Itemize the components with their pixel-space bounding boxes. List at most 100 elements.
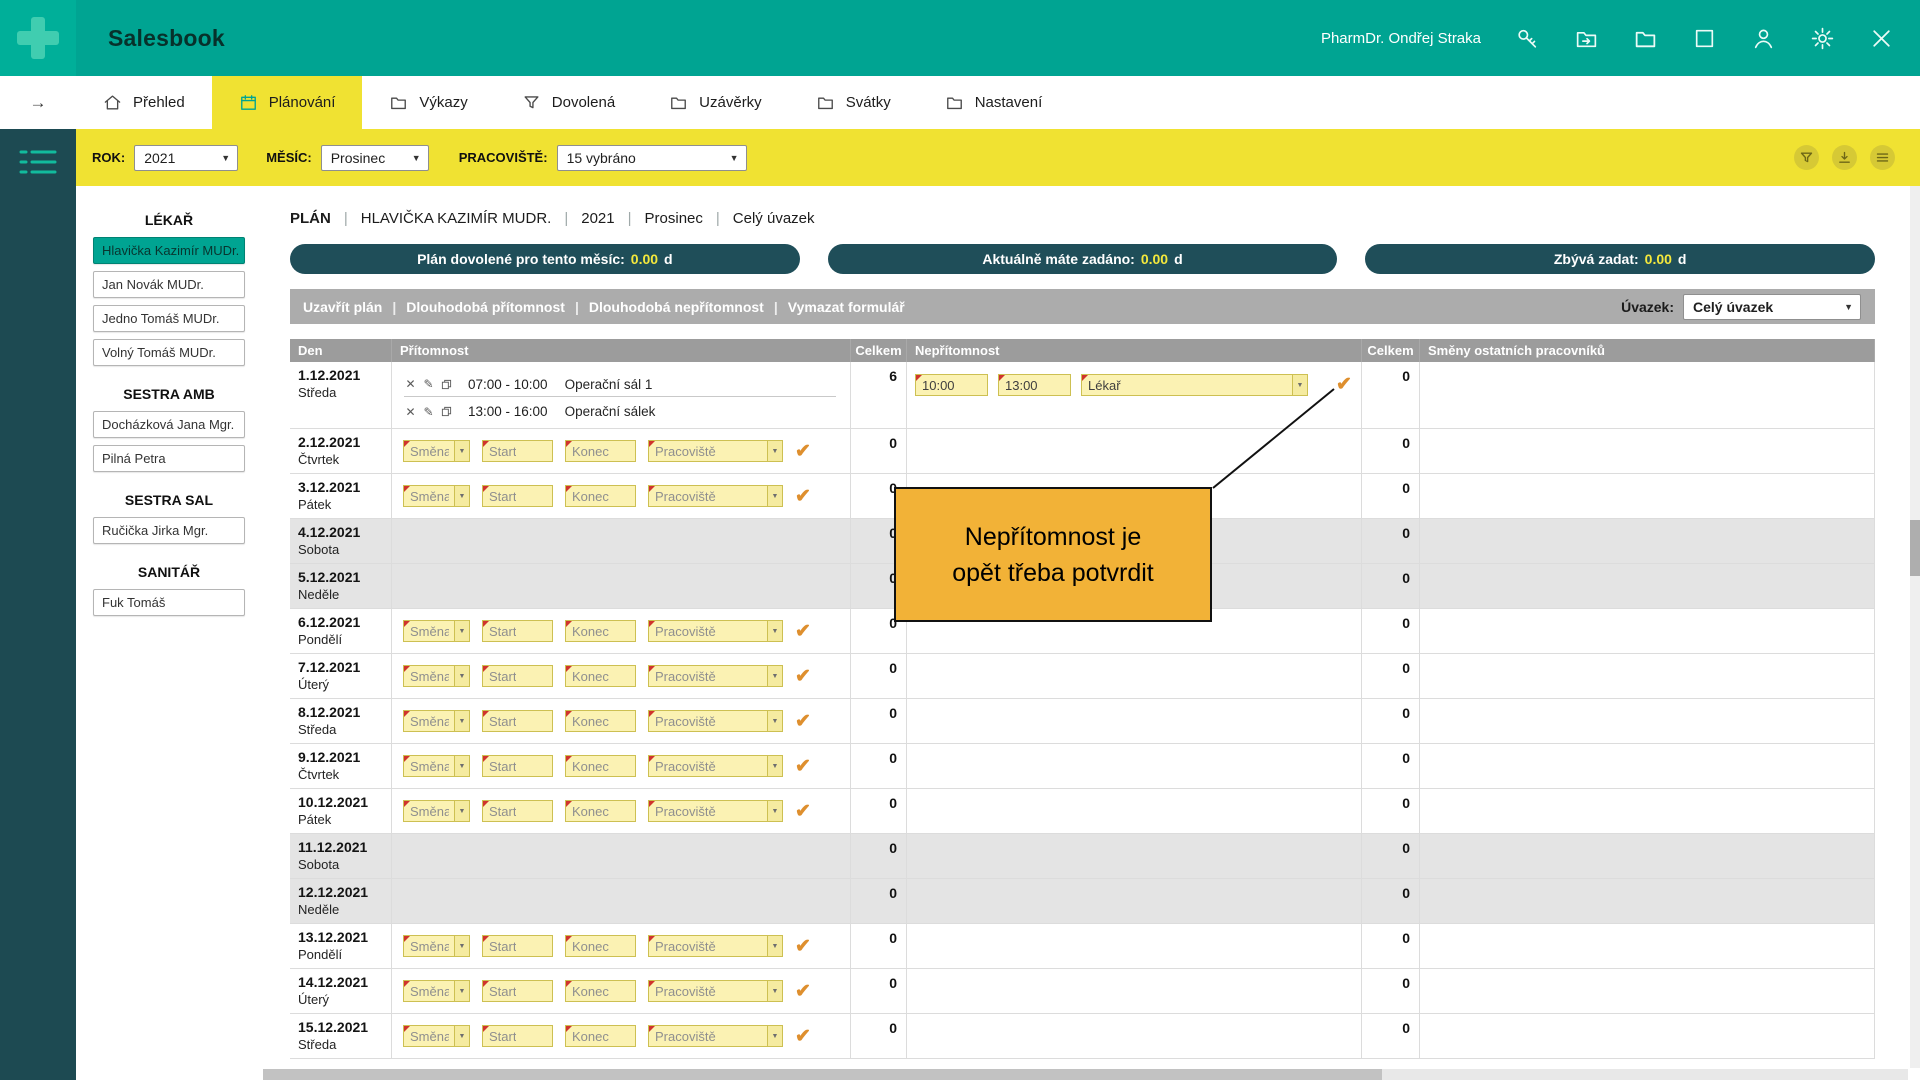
- breadcrumb-item[interactable]: HLAVIČKA KAZIMÍR MUDR.: [361, 210, 552, 227]
- pracoviste-select[interactable]: Pracoviště▼: [648, 620, 783, 642]
- pracoviste-select[interactable]: Pracoviště▼: [648, 980, 783, 1002]
- pracoviste-select[interactable]: Pracoviště▼: [648, 665, 783, 687]
- start-input[interactable]: Start: [482, 620, 553, 642]
- download-button[interactable]: [1832, 145, 1857, 170]
- tab-nastaveni[interactable]: Nastavení: [918, 76, 1070, 129]
- tab-svatky[interactable]: Svátky: [789, 76, 918, 129]
- close-button[interactable]: [1869, 26, 1894, 51]
- month-select[interactable]: Prosinec ▼: [321, 145, 429, 171]
- smena-select[interactable]: Směna▼: [403, 935, 470, 957]
- confirm-check-icon[interactable]: ✔: [795, 982, 811, 1001]
- start-input[interactable]: Start: [482, 800, 553, 822]
- toolbar-action[interactable]: Uzavřít plán: [303, 299, 382, 315]
- toolbar-action[interactable]: Dlouhodobá nepřítomnost: [589, 299, 764, 315]
- smena-select[interactable]: Směna▼: [403, 620, 470, 642]
- menu-toggle-button[interactable]: [18, 146, 58, 178]
- konec-input[interactable]: Konec: [565, 665, 636, 687]
- confirm-check-icon[interactable]: ✔: [795, 667, 811, 686]
- staff-item[interactable]: Docházková Jana Mgr.: [93, 411, 245, 438]
- staff-item[interactable]: Ručička Jirka Mgr.: [93, 517, 245, 544]
- absence-to-input[interactable]: 13:00: [998, 374, 1071, 396]
- tab-planovani[interactable]: Plánování: [212, 76, 363, 129]
- pracoviste-select[interactable]: Pracoviště▼: [648, 1025, 783, 1047]
- pracoviste-select[interactable]: Pracoviště▼: [648, 755, 783, 777]
- konec-input[interactable]: Konec: [565, 620, 636, 642]
- start-input[interactable]: Start: [482, 710, 553, 732]
- confirm-check-icon[interactable]: ✔: [795, 937, 811, 956]
- year-select[interactable]: 2021 ▼: [134, 145, 238, 171]
- start-input[interactable]: Start: [482, 440, 553, 462]
- horizontal-scrollbar-thumb[interactable]: [263, 1069, 1382, 1080]
- smena-select[interactable]: Směna▼: [403, 665, 470, 687]
- konec-input[interactable]: Konec: [565, 485, 636, 507]
- staff-item[interactable]: Fuk Tomáš: [93, 589, 245, 616]
- start-input[interactable]: Start: [482, 755, 553, 777]
- tab-uzaverky[interactable]: Uzávěrky: [642, 76, 789, 129]
- start-input[interactable]: Start: [482, 485, 553, 507]
- staff-item[interactable]: Volný Tomáš MUDr.: [93, 339, 245, 366]
- copy-entry-icon[interactable]: [440, 379, 453, 390]
- start-input[interactable]: Start: [482, 935, 553, 957]
- absence-type-select[interactable]: Lékař▼: [1081, 374, 1308, 396]
- absence-confirm-check-icon[interactable]: ✔: [1336, 375, 1352, 394]
- smena-select[interactable]: Směna▼: [403, 485, 470, 507]
- pracoviste-select[interactable]: Pracoviště▼: [648, 440, 783, 462]
- gear-button[interactable]: [1810, 26, 1835, 51]
- breadcrumb-item[interactable]: 2021: [581, 210, 614, 227]
- konec-input[interactable]: Konec: [565, 800, 636, 822]
- edit-entry-icon[interactable]: ✎: [422, 405, 435, 419]
- workplace-select[interactable]: 15 vybráno ▼: [557, 145, 747, 171]
- folder-export-button[interactable]: [1574, 26, 1599, 51]
- edit-entry-icon[interactable]: ✎: [422, 377, 435, 391]
- delete-entry-icon[interactable]: ✕: [404, 377, 417, 391]
- toolbar-action[interactable]: Dlouhodobá přítomnost: [406, 299, 565, 315]
- start-input[interactable]: Start: [482, 665, 553, 687]
- start-input[interactable]: Start: [482, 980, 553, 1002]
- konec-input[interactable]: Konec: [565, 755, 636, 777]
- folder-button[interactable]: [1633, 26, 1658, 51]
- menu-button[interactable]: [1870, 145, 1895, 170]
- smena-select[interactable]: Směna▼: [403, 755, 470, 777]
- konec-input[interactable]: Konec: [565, 980, 636, 1002]
- smena-select[interactable]: Směna▼: [403, 1025, 470, 1047]
- confirm-check-icon[interactable]: ✔: [795, 1027, 811, 1046]
- konec-input[interactable]: Konec: [565, 440, 636, 462]
- staff-item[interactable]: Jedno Tomáš MUDr.: [93, 305, 245, 332]
- konec-input[interactable]: Konec: [565, 935, 636, 957]
- confirm-check-icon[interactable]: ✔: [795, 757, 811, 776]
- user-button[interactable]: [1751, 26, 1776, 51]
- breadcrumb-item[interactable]: Prosinec: [645, 210, 703, 227]
- breadcrumb-item[interactable]: Celý úvazek: [733, 210, 815, 227]
- filter-button[interactable]: [1794, 145, 1819, 170]
- uvazek-select[interactable]: Celý úvazek ▼: [1683, 294, 1861, 320]
- confirm-check-icon[interactable]: ✔: [795, 622, 811, 641]
- delete-entry-icon[interactable]: ✕: [404, 405, 417, 419]
- tab-prehled[interactable]: Přehled: [76, 76, 212, 129]
- staff-item[interactable]: Jan Novák MUDr.: [93, 271, 245, 298]
- confirm-check-icon[interactable]: ✔: [795, 442, 811, 461]
- konec-input[interactable]: Konec: [565, 1025, 636, 1047]
- pracoviste-select[interactable]: Pracoviště▼: [648, 800, 783, 822]
- key-button[interactable]: [1515, 26, 1540, 51]
- staff-item[interactable]: Hlavička Kazimír MUDr.: [93, 237, 245, 264]
- vertical-scrollbar[interactable]: [1910, 186, 1920, 1068]
- pracoviste-select[interactable]: Pracoviště▼: [648, 710, 783, 732]
- collapse-arrow-button[interactable]: →: [0, 76, 76, 129]
- smena-select[interactable]: Směna▼: [403, 440, 470, 462]
- smena-select[interactable]: Směna▼: [403, 800, 470, 822]
- window-button[interactable]: [1692, 26, 1717, 51]
- pracoviste-select[interactable]: Pracoviště▼: [648, 485, 783, 507]
- smena-select[interactable]: Směna▼: [403, 710, 470, 732]
- copy-entry-icon[interactable]: [440, 406, 453, 417]
- horizontal-scrollbar[interactable]: [263, 1069, 1908, 1080]
- confirm-check-icon[interactable]: ✔: [795, 712, 811, 731]
- confirm-check-icon[interactable]: ✔: [795, 802, 811, 821]
- toolbar-action[interactable]: Vymazat formulář: [788, 299, 905, 315]
- smena-select[interactable]: Směna▼: [403, 980, 470, 1002]
- start-input[interactable]: Start: [482, 1025, 553, 1047]
- staff-item[interactable]: Pilná Petra: [93, 445, 245, 472]
- confirm-check-icon[interactable]: ✔: [795, 487, 811, 506]
- konec-input[interactable]: Konec: [565, 710, 636, 732]
- pracoviste-select[interactable]: Pracoviště▼: [648, 935, 783, 957]
- vertical-scrollbar-thumb[interactable]: [1910, 520, 1920, 576]
